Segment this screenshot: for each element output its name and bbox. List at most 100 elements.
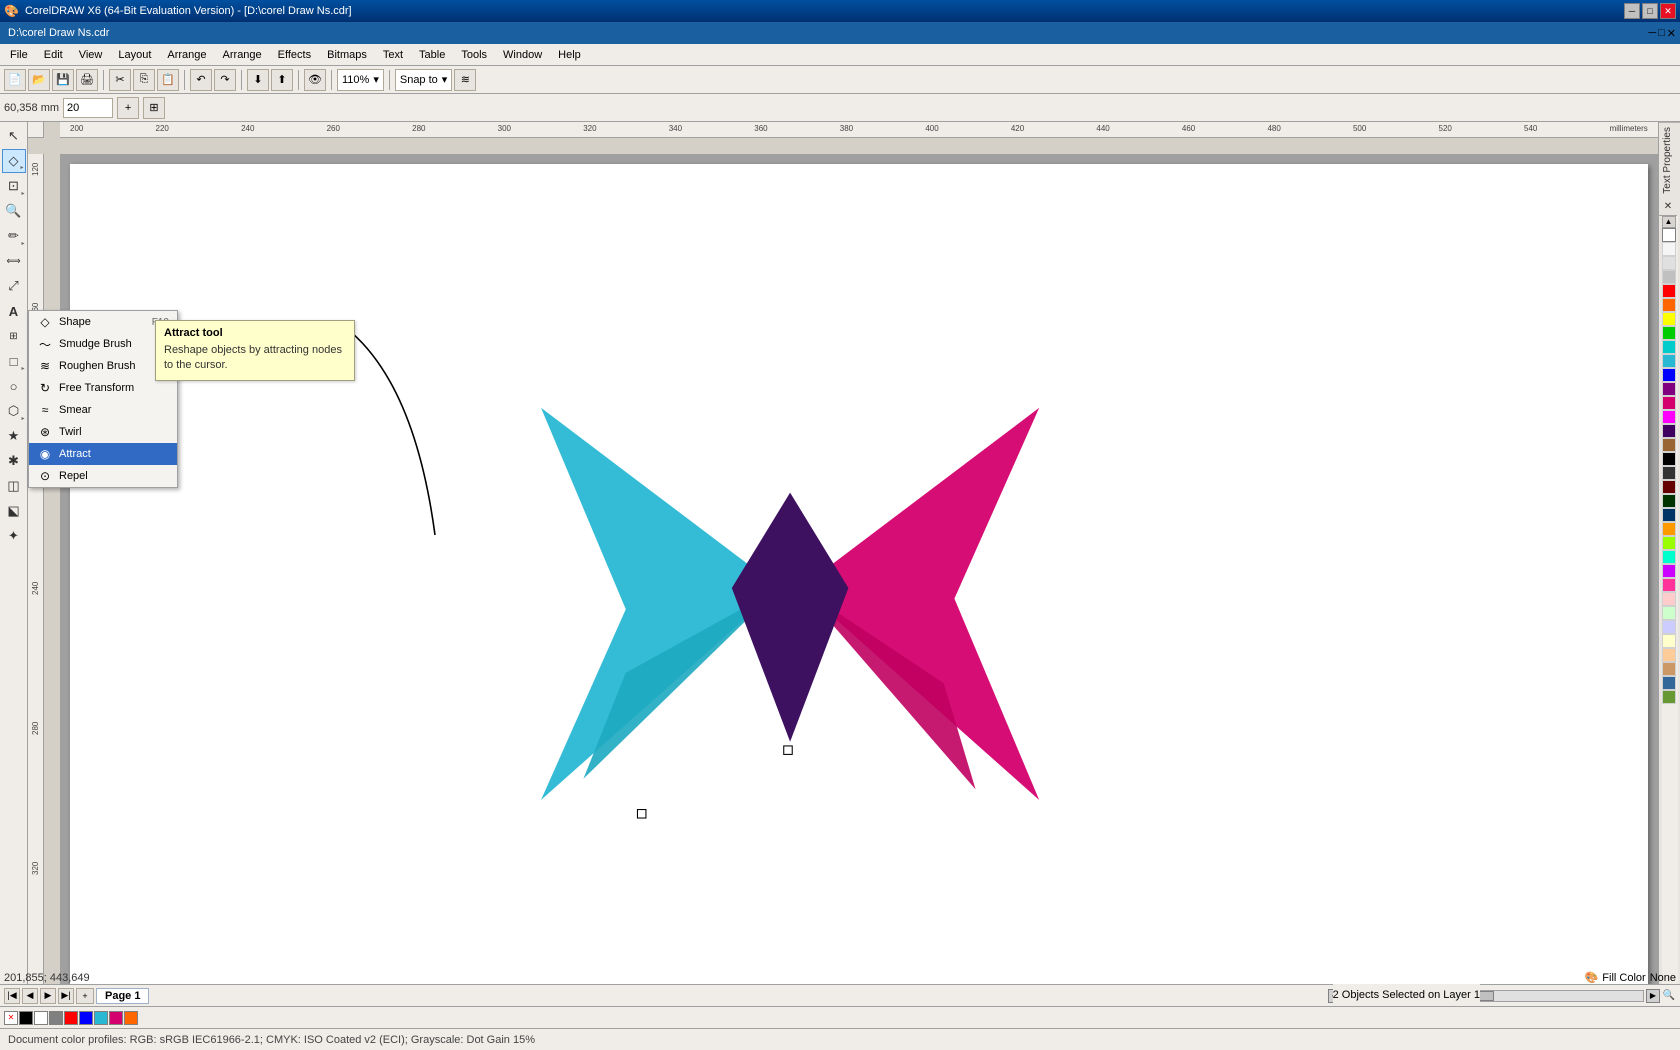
menu-layout[interactable]: Layout — [110, 47, 159, 63]
maximize-button[interactable]: □ — [1642, 3, 1658, 19]
view-btn[interactable]: 👁 — [304, 69, 326, 91]
swatch-darkred[interactable] — [1662, 480, 1676, 494]
swatch-aqua[interactable] — [1662, 550, 1676, 564]
palette-scroll-up[interactable]: ▲ — [1662, 216, 1676, 228]
new-button[interactable]: 📄 — [4, 69, 26, 91]
tool-freehand[interactable]: ✏ ▸ — [2, 224, 26, 248]
swatch-brown[interactable] — [1662, 438, 1676, 452]
flyout-twirl[interactable]: ⊛ Twirl — [29, 421, 177, 443]
close-button[interactable]: ✕ — [1660, 3, 1676, 19]
tool-basic-shapes[interactable]: ★ — [2, 424, 26, 448]
print-button[interactable]: 🖨 — [76, 69, 98, 91]
tool-text[interactable]: A — [2, 299, 26, 323]
swatch-light[interactable] — [1662, 242, 1676, 256]
paste-button[interactable]: 📋 — [157, 69, 179, 91]
close-panel-button[interactable]: ✕ — [1659, 198, 1677, 216]
page-last-button[interactable]: ▶| — [58, 988, 74, 1004]
tool-polygon[interactable]: ⬡ ▸ — [2, 399, 26, 423]
bottom-swatch-cyan[interactable] — [94, 1011, 108, 1025]
swatch-orange[interactable] — [1662, 298, 1676, 312]
swatch-darkgray[interactable] — [1662, 466, 1676, 480]
flyout-repel[interactable]: ⊙ Repel — [29, 465, 177, 487]
page-first-button[interactable]: |◀ — [4, 988, 20, 1004]
copy-button[interactable]: ⎘ — [133, 69, 155, 91]
export-button[interactable]: ⬆ — [271, 69, 293, 91]
swatch-white[interactable] — [1662, 228, 1676, 242]
page-tab-1[interactable]: Page 1 — [96, 988, 149, 1004]
swatch-magenta[interactable] — [1662, 396, 1676, 410]
page-next-button[interactable]: ▶ — [40, 988, 56, 1004]
bottom-swatch-blue[interactable] — [79, 1011, 93, 1025]
swatch-lightgreen[interactable] — [1662, 606, 1676, 620]
bottom-swatch-red[interactable] — [64, 1011, 78, 1025]
menu-help[interactable]: Help — [550, 47, 589, 63]
menu-text[interactable]: Text — [375, 47, 411, 63]
cut-button[interactable]: ✂ — [109, 69, 131, 91]
swatch-violet[interactable] — [1662, 564, 1676, 578]
swatch-pink[interactable] — [1662, 410, 1676, 424]
page-prev-button[interactable]: ◀ — [22, 988, 38, 1004]
tool-interactive-fill[interactable]: ◫ — [2, 474, 26, 498]
menu-tools[interactable]: Tools — [453, 47, 495, 63]
menu-effects[interactable]: Arrange — [215, 47, 270, 63]
menu-bitmaps[interactable]: Bitmaps — [319, 47, 375, 63]
bottom-swatch-white[interactable] — [34, 1011, 48, 1025]
snap-extra[interactable]: ≋ — [454, 69, 476, 91]
page-add-button[interactable]: + — [76, 988, 94, 1004]
swatch-amber[interactable] — [1662, 522, 1676, 536]
menu-effects2[interactable]: Effects — [270, 47, 319, 63]
zoom-out-icon[interactable]: 🔍 — [1662, 989, 1676, 1003]
swatch-darkpurple[interactable] — [1662, 424, 1676, 438]
save-button[interactable]: 💾 — [52, 69, 74, 91]
swatch-lime[interactable] — [1662, 536, 1676, 550]
minimize-button[interactable]: ─ — [1624, 3, 1640, 19]
swatch-tan[interactable] — [1662, 662, 1676, 676]
swatch-gray2[interactable] — [1662, 270, 1676, 284]
menu-arrange[interactable]: Arrange — [159, 47, 214, 63]
menu-file[interactable]: File — [2, 47, 36, 63]
tool-eyedropper[interactable]: ✱ — [2, 449, 26, 473]
swatch-olive[interactable] — [1662, 690, 1676, 704]
tool-connector[interactable]: ⤢ — [2, 274, 26, 298]
swatch-darkgreen[interactable] — [1662, 494, 1676, 508]
nib-add-button[interactable]: + — [117, 97, 139, 119]
swatch-darkblue[interactable] — [1662, 508, 1676, 522]
swatch-hotpink[interactable] — [1662, 578, 1676, 592]
swatch-red[interactable] — [1662, 284, 1676, 298]
tool-table[interactable]: ⊞ — [2, 324, 26, 348]
import-button[interactable]: ⬇ — [247, 69, 269, 91]
menu-window[interactable]: Window — [495, 47, 550, 63]
inner-minimize-button[interactable]: ─ — [1648, 27, 1656, 40]
tool-smart-fill[interactable]: ⬕ — [2, 499, 26, 523]
undo-button[interactable]: ↶ — [190, 69, 212, 91]
open-button[interactable]: 📂 — [28, 69, 50, 91]
text-properties-panel[interactable]: Text Properties — [1659, 122, 1680, 198]
nib-options[interactable]: ⊞ — [143, 97, 165, 119]
swatch-purple[interactable] — [1662, 382, 1676, 396]
bottom-swatch-black[interactable] — [19, 1011, 33, 1025]
swatch-cyan[interactable] — [1662, 354, 1676, 368]
tool-smart-draw[interactable]: ⟺ — [2, 249, 26, 273]
inner-close-button[interactable]: ✕ — [1667, 27, 1676, 40]
tool-pointer[interactable]: ↖ — [2, 124, 26, 148]
swatch-yellow[interactable] — [1662, 312, 1676, 326]
flyout-attract[interactable]: ◉ Attract — [29, 443, 177, 465]
redo-button[interactable]: ↷ — [214, 69, 236, 91]
inner-maximize-button[interactable]: □ — [1658, 27, 1665, 40]
menu-view[interactable]: View — [71, 47, 111, 63]
swatch-teal[interactable] — [1662, 340, 1676, 354]
swatch-peach[interactable] — [1662, 648, 1676, 662]
bottom-swatch-magenta[interactable] — [109, 1011, 123, 1025]
bottom-swatch-gray[interactable] — [49, 1011, 63, 1025]
swatch-green[interactable] — [1662, 326, 1676, 340]
menu-table[interactable]: Table — [411, 47, 453, 63]
swatch-black[interactable] — [1662, 452, 1676, 466]
swatch-steel[interactable] — [1662, 676, 1676, 690]
scroll-right-button[interactable]: ▶ — [1646, 989, 1660, 1003]
tool-zoom[interactable]: 🔍 — [2, 199, 26, 223]
nib-size-input[interactable] — [63, 98, 113, 118]
zoom-dropdown[interactable]: 110% ▾ — [337, 69, 384, 91]
bottom-swatch-orange[interactable] — [124, 1011, 138, 1025]
tool-ellipse[interactable]: ○ — [2, 374, 26, 398]
swatch-lightblue2[interactable] — [1662, 620, 1676, 634]
